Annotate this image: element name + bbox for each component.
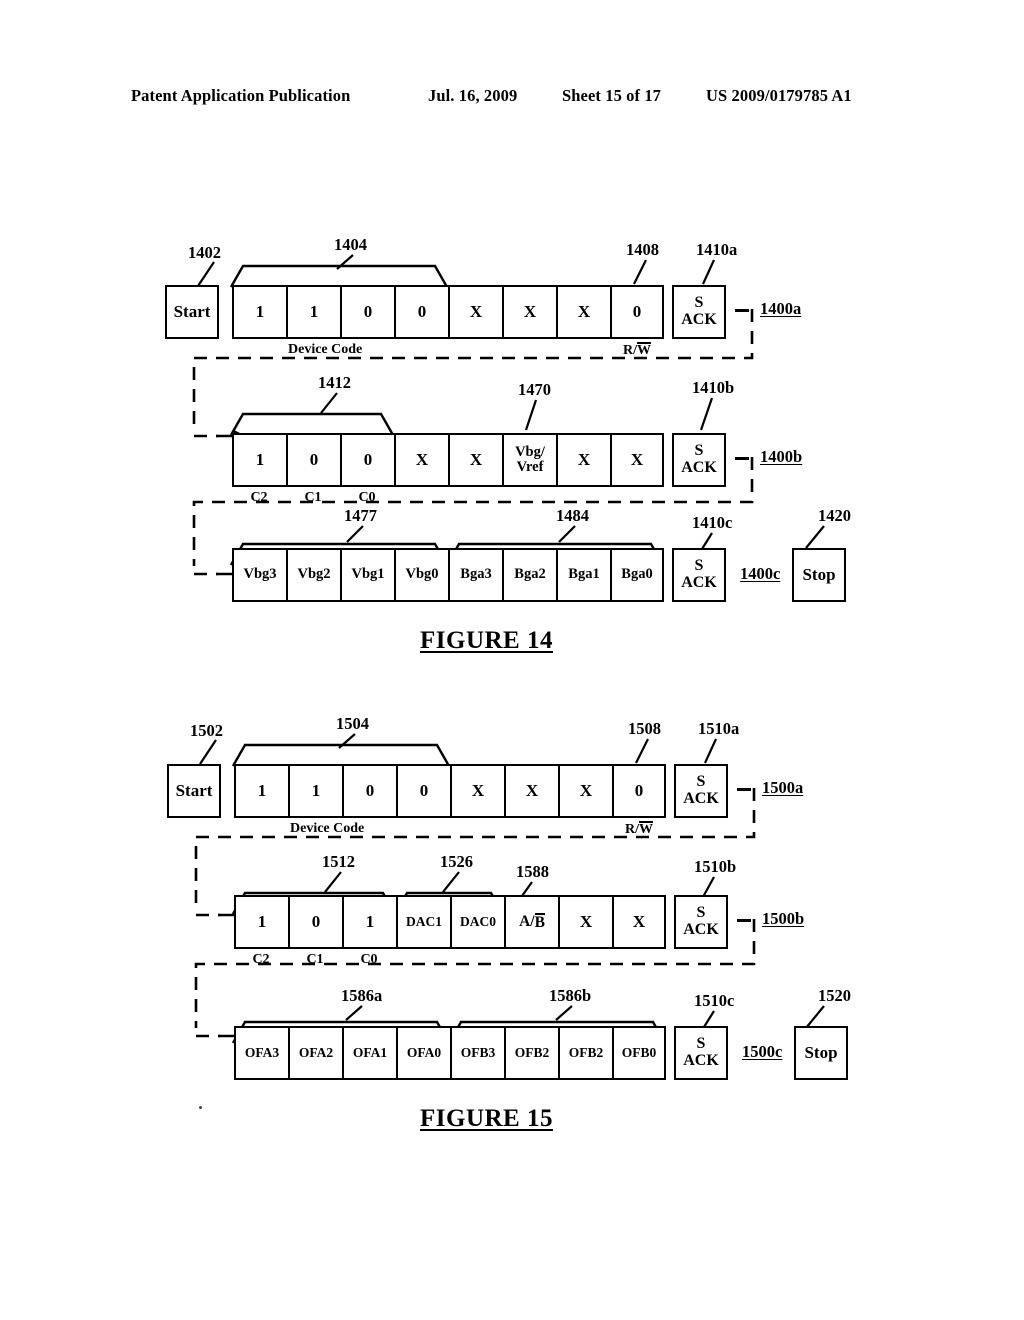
leader-1412 (317, 392, 343, 415)
frame-label-1400a: 1400a (760, 299, 802, 318)
ack-top: S (696, 1035, 706, 1053)
ref-1510b: 1510b (694, 857, 737, 876)
leader-1526 (439, 871, 465, 894)
leader-1410b (698, 397, 722, 432)
ref-1586b: 1586b (549, 986, 592, 1005)
ack-bottom: ACK (681, 574, 717, 591)
header-date: Jul. 16, 2009 (428, 86, 518, 105)
leader-1508 (632, 738, 656, 765)
bit-cell: OFB0 (612, 1026, 666, 1080)
ref-1520: 1520 (818, 986, 851, 1005)
bit-cell: OFA3 (234, 1026, 288, 1080)
frame-label-1400c: 1400c (740, 564, 781, 583)
ref-1410b: 1410b (692, 378, 735, 397)
ref-1410a: 1410a (696, 240, 738, 259)
ref-1504: 1504 (336, 714, 369, 733)
ref-1412: 1412 (318, 373, 351, 392)
page-header: Patent Application Publication Jul. 16, … (0, 86, 1024, 108)
bit-cell: Vbg3 (232, 548, 286, 602)
ack-box: S ACK (672, 548, 726, 602)
ref-1502: 1502 (190, 721, 223, 740)
bit-cell: OFA1 (342, 1026, 396, 1080)
bit-cell: Vbg1 (340, 548, 394, 602)
leader-1588 (518, 881, 542, 898)
leader-1586a (342, 1005, 368, 1022)
leader-1512 (321, 871, 347, 894)
leader-1470 (522, 399, 546, 432)
bit-cell: Vbg0 (394, 548, 448, 602)
ref-1477: 1477 (344, 506, 377, 525)
ref-1510a: 1510a (698, 719, 740, 738)
leader-1420 (800, 525, 830, 550)
ref-1526: 1526 (440, 852, 473, 871)
ack-top: S (694, 557, 704, 575)
ref-1404: 1404 (334, 235, 367, 254)
leader-1410a (700, 259, 724, 286)
header-patent-number: US 2009/0179785 A1 (706, 86, 852, 105)
ref-1588: 1588 (516, 862, 549, 881)
scan-speck (199, 1106, 202, 1109)
leader-1504 (335, 733, 361, 750)
ref-1470: 1470 (518, 380, 551, 399)
ref-1408: 1408 (626, 240, 659, 259)
frame-label-1500a: 1500a (762, 778, 804, 797)
ref-1484: 1484 (556, 506, 589, 525)
figure-title-14: FIGURE 14 (420, 627, 553, 654)
bit-cell: OFB2 (504, 1026, 558, 1080)
ref-1586a: 1586a (341, 986, 383, 1005)
ref-1402: 1402 (188, 243, 221, 262)
stop-box: Stop (794, 1026, 848, 1080)
leader-1404 (333, 254, 359, 271)
bit-cell: Bga1 (556, 548, 610, 602)
patent-drawing-page: Patent Application Publication Jul. 16, … (0, 0, 1024, 1320)
leader-1586b (552, 1005, 578, 1022)
ref-1410c: 1410c (692, 513, 733, 532)
bit-cell: Vbg2 (286, 548, 340, 602)
header-publication: Patent Application Publication (131, 86, 351, 105)
leader-1408 (630, 259, 654, 286)
ref-1420: 1420 (818, 506, 851, 525)
bit-cell: OFA0 (396, 1026, 450, 1080)
leader-1484 (555, 525, 581, 544)
bit-cell: OFB2 (558, 1026, 612, 1080)
leader-1502 (198, 739, 228, 766)
frame-label-1500c: 1500c (742, 1042, 783, 1061)
bit-cell: Bga2 (502, 548, 556, 602)
bit-cell: OFA2 (288, 1026, 342, 1080)
ref-1512: 1512 (322, 852, 355, 871)
header-sheet: Sheet 15 of 17 (562, 86, 662, 105)
bit-cell: Bga3 (448, 548, 502, 602)
leader-1510a (702, 738, 726, 765)
frame-label-1500b: 1500b (762, 909, 805, 928)
leader-1477 (343, 525, 369, 544)
ack-box: S ACK (674, 1026, 728, 1080)
bit-cell: OFB3 (450, 1026, 504, 1080)
ack-bottom: ACK (683, 1052, 719, 1069)
ref-1510c: 1510c (694, 991, 735, 1010)
figure-title-15: FIGURE 15 (420, 1105, 553, 1132)
bit-cell: Bga0 (610, 548, 664, 602)
stop-box: Stop (792, 548, 846, 602)
frame-label-1400b: 1400b (760, 447, 803, 466)
ref-1508: 1508 (628, 719, 661, 738)
